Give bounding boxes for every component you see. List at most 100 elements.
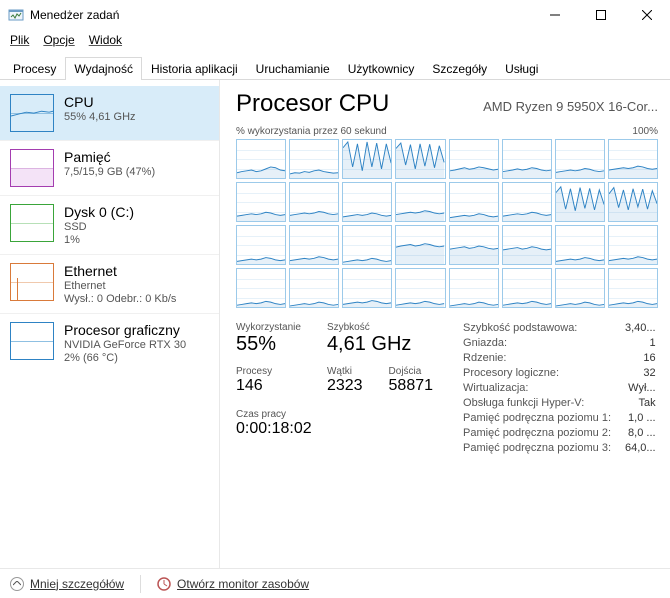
core-chart-30	[502, 268, 552, 308]
core-chart-29	[449, 268, 499, 308]
detail-pane: Procesor CPU AMD Ryzen 9 5950X 16-Cor...…	[220, 80, 670, 568]
core-chart-19	[342, 225, 392, 265]
ethernet-mini-chart	[10, 263, 54, 301]
core-chart-5	[449, 139, 499, 179]
minimize-icon	[550, 10, 560, 20]
taskmgr-icon	[8, 7, 24, 23]
core-chart-9	[236, 182, 286, 222]
stat-utilization-label: Wykorzystanie	[236, 322, 301, 333]
core-chart-23	[555, 225, 605, 265]
core-chart-26	[289, 268, 339, 308]
core-chart-2	[289, 139, 339, 179]
sidebar-ethernet-sub1: Ethernet	[64, 280, 176, 292]
core-chart-1	[236, 139, 286, 179]
core-chart-31	[555, 268, 605, 308]
maximize-button[interactable]	[578, 0, 624, 30]
stat-threads-label: Wątki	[327, 366, 363, 377]
sidebar-cpu-sub: 55% 4,61 GHz	[64, 111, 136, 123]
info-base-speed: 3,40...	[625, 322, 656, 334]
minimize-button[interactable]	[532, 0, 578, 30]
info-base-speed-label: Szybkość podstawowa:	[463, 322, 611, 334]
sidebar-disk-sub1: SSD	[64, 221, 134, 233]
titlebar: Menedżer zadań	[0, 0, 670, 30]
sidebar-ethernet-title: Ethernet	[64, 263, 176, 279]
info-sockets: 1	[625, 337, 656, 349]
per-core-chart-grid[interactable]	[236, 139, 658, 308]
tab-services[interactable]: Usługi	[496, 57, 547, 80]
close-button[interactable]	[624, 0, 670, 30]
sidebar-item-disk[interactable]: Dysk 0 (C:) SSD 1%	[0, 195, 219, 254]
menu-options[interactable]: Opcje	[37, 31, 80, 49]
stat-utilization: 55%	[236, 333, 301, 356]
resmon-icon	[157, 577, 171, 591]
tab-app-history[interactable]: Historia aplikacji	[142, 57, 247, 80]
stat-threads: 2323	[327, 377, 363, 395]
sidebar-item-ethernet[interactable]: Ethernet Ethernet Wysł.: 0 Odebr.: 0 Kb/…	[0, 254, 219, 313]
info-l1-label: Pamięć podręczna poziomu 1:	[463, 412, 611, 424]
info-l1: 1,0 ...	[625, 412, 656, 424]
core-chart-21	[449, 225, 499, 265]
core-chart-27	[342, 268, 392, 308]
gpu-mini-chart	[10, 322, 54, 360]
fewer-details-link[interactable]: Mniej szczegółów	[10, 577, 124, 591]
menu-file[interactable]: Plik	[4, 31, 35, 49]
info-l3-label: Pamięć podręczna poziomu 3:	[463, 442, 611, 454]
info-logical: 32	[625, 367, 656, 379]
core-chart-8	[608, 139, 658, 179]
chart-legend-right: 100%	[632, 126, 658, 137]
core-chart-4	[395, 139, 445, 179]
info-virt: Wył...	[625, 382, 656, 394]
cpu-mini-chart	[10, 94, 54, 132]
stat-handles: 58871	[389, 377, 434, 395]
sidebar-disk-sub2: 1%	[64, 234, 134, 246]
info-cores: 16	[625, 352, 656, 364]
core-chart-24	[608, 225, 658, 265]
detail-title: Procesor CPU	[236, 90, 389, 118]
body: CPU 55% 4,61 GHz Pamięć 7,5/15,9 GB (47%…	[0, 80, 670, 568]
tab-details[interactable]: Szczegóły	[423, 57, 496, 80]
stat-processes-label: Procesy	[236, 366, 301, 377]
core-chart-10	[289, 182, 339, 222]
tab-users[interactable]: Użytkownicy	[339, 57, 424, 80]
sidebar-disk-title: Dysk 0 (C:)	[64, 204, 134, 220]
chart-legend-left: % wykorzystania przez 60 sekund	[236, 126, 387, 137]
maximize-icon	[596, 10, 606, 20]
stat-uptime-label: Czas pracy	[236, 409, 433, 420]
sidebar-item-memory[interactable]: Pamięć 7,5/15,9 GB (47%)	[0, 140, 219, 195]
stat-uptime: 0:00:18:02	[236, 420, 433, 438]
tab-performance[interactable]: Wydajność	[65, 57, 142, 80]
core-chart-15	[555, 182, 605, 222]
stat-speed-label: Szybkość	[327, 322, 433, 333]
window-controls	[532, 0, 670, 30]
core-chart-14	[502, 182, 552, 222]
info-hyperv: Tak	[625, 397, 656, 409]
tab-bar: Procesy Wydajność Historia aplikacji Uru…	[0, 50, 670, 80]
core-chart-18	[289, 225, 339, 265]
sidebar-ethernet-sub2: Wysł.: 0 Odebr.: 0 Kb/s	[64, 293, 176, 305]
footer-separator	[140, 575, 141, 593]
core-chart-6	[502, 139, 552, 179]
tab-processes[interactable]: Procesy	[4, 57, 65, 80]
info-virt-label: Wirtualizacja:	[463, 382, 611, 394]
info-l2-label: Pamięć podręczna poziomu 2:	[463, 427, 611, 439]
menubar: Plik Opcje Widok	[0, 30, 670, 50]
info-hyperv-label: Obsługa funkcji Hyper-V:	[463, 397, 611, 409]
stats-right: Szybkość podstawowa: 3,40... Gniazda: 1 …	[463, 322, 656, 454]
stat-handles-label: Dojścia	[389, 366, 434, 377]
menu-view[interactable]: Widok	[83, 31, 128, 49]
core-chart-25	[236, 268, 286, 308]
core-chart-16	[608, 182, 658, 222]
sidebar-gpu-sub2: 2% (66 °C)	[64, 352, 186, 364]
open-resmon-link[interactable]: Otwórz monitor zasobów	[157, 577, 309, 591]
close-icon	[642, 10, 652, 20]
sidebar-item-cpu[interactable]: CPU 55% 4,61 GHz	[0, 86, 219, 140]
memory-mini-chart	[10, 149, 54, 187]
detail-cpu-model: AMD Ryzen 9 5950X 16-Cor...	[483, 99, 658, 114]
core-chart-13	[449, 182, 499, 222]
stat-processes: 146	[236, 377, 301, 395]
core-chart-11	[342, 182, 392, 222]
sidebar-item-gpu[interactable]: Procesor graficzny NVIDIA GeForce RTX 30…	[0, 313, 219, 372]
footer: Mniej szczegółów Otwórz monitor zasobów	[0, 568, 670, 598]
window-title: Menedżer zadań	[30, 8, 532, 22]
tab-startup[interactable]: Uruchamianie	[247, 57, 339, 80]
